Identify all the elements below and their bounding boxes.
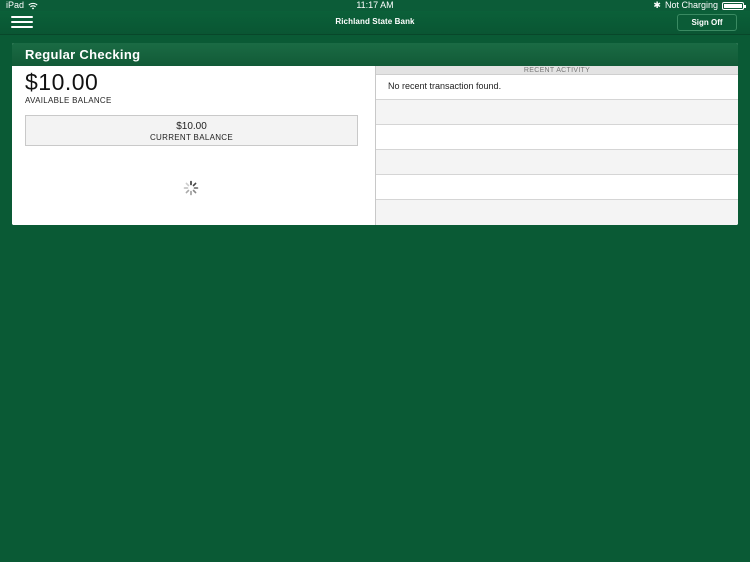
activity-row [376,125,738,150]
nav-bar: Richland State Bank Sign Off [0,11,750,35]
current-balance-amount: $10.00 [176,121,207,132]
current-balance-box: $10.00 CURRENT BALANCE [25,115,358,146]
loading-spinner-icon [183,180,199,196]
activity-row [376,200,738,225]
activity-row: No recent transaction found. [376,75,738,100]
activity-row [376,100,738,125]
charging-status: Not Charging [664,0,718,10]
available-balance-label: AVAILABLE BALANCE [25,96,112,105]
recent-activity-header: RECENT ACTIVITY [376,66,738,75]
battery-icon [722,1,746,10]
balance-section: $10.00 AVAILABLE BALANCE $10.00 CURRENT … [12,66,375,225]
battery-fill [724,3,742,8]
current-balance-label: CURRENT BALANCE [149,133,234,142]
status-right: ✱ Not Charging [653,0,746,11]
activity-row [376,175,738,200]
status-bar: iPad 11:17 AM ✱ Not Charging [0,0,750,11]
account-name: Regular Checking [12,43,738,66]
bluetooth-icon: ✱ [653,0,661,10]
bank-title: Richland State Bank [335,17,415,26]
available-balance-amount: $10.00 [25,69,99,95]
status-time: 11:17 AM [356,0,394,10]
activity-row [376,150,738,175]
recent-activity-section: RECENT ACTIVITY No recent transaction fo… [375,66,738,225]
account-panel: Regular Checking $10.00 AVAILABLE BALANC… [12,43,738,225]
sign-off-button[interactable]: Sign Off [677,14,737,31]
